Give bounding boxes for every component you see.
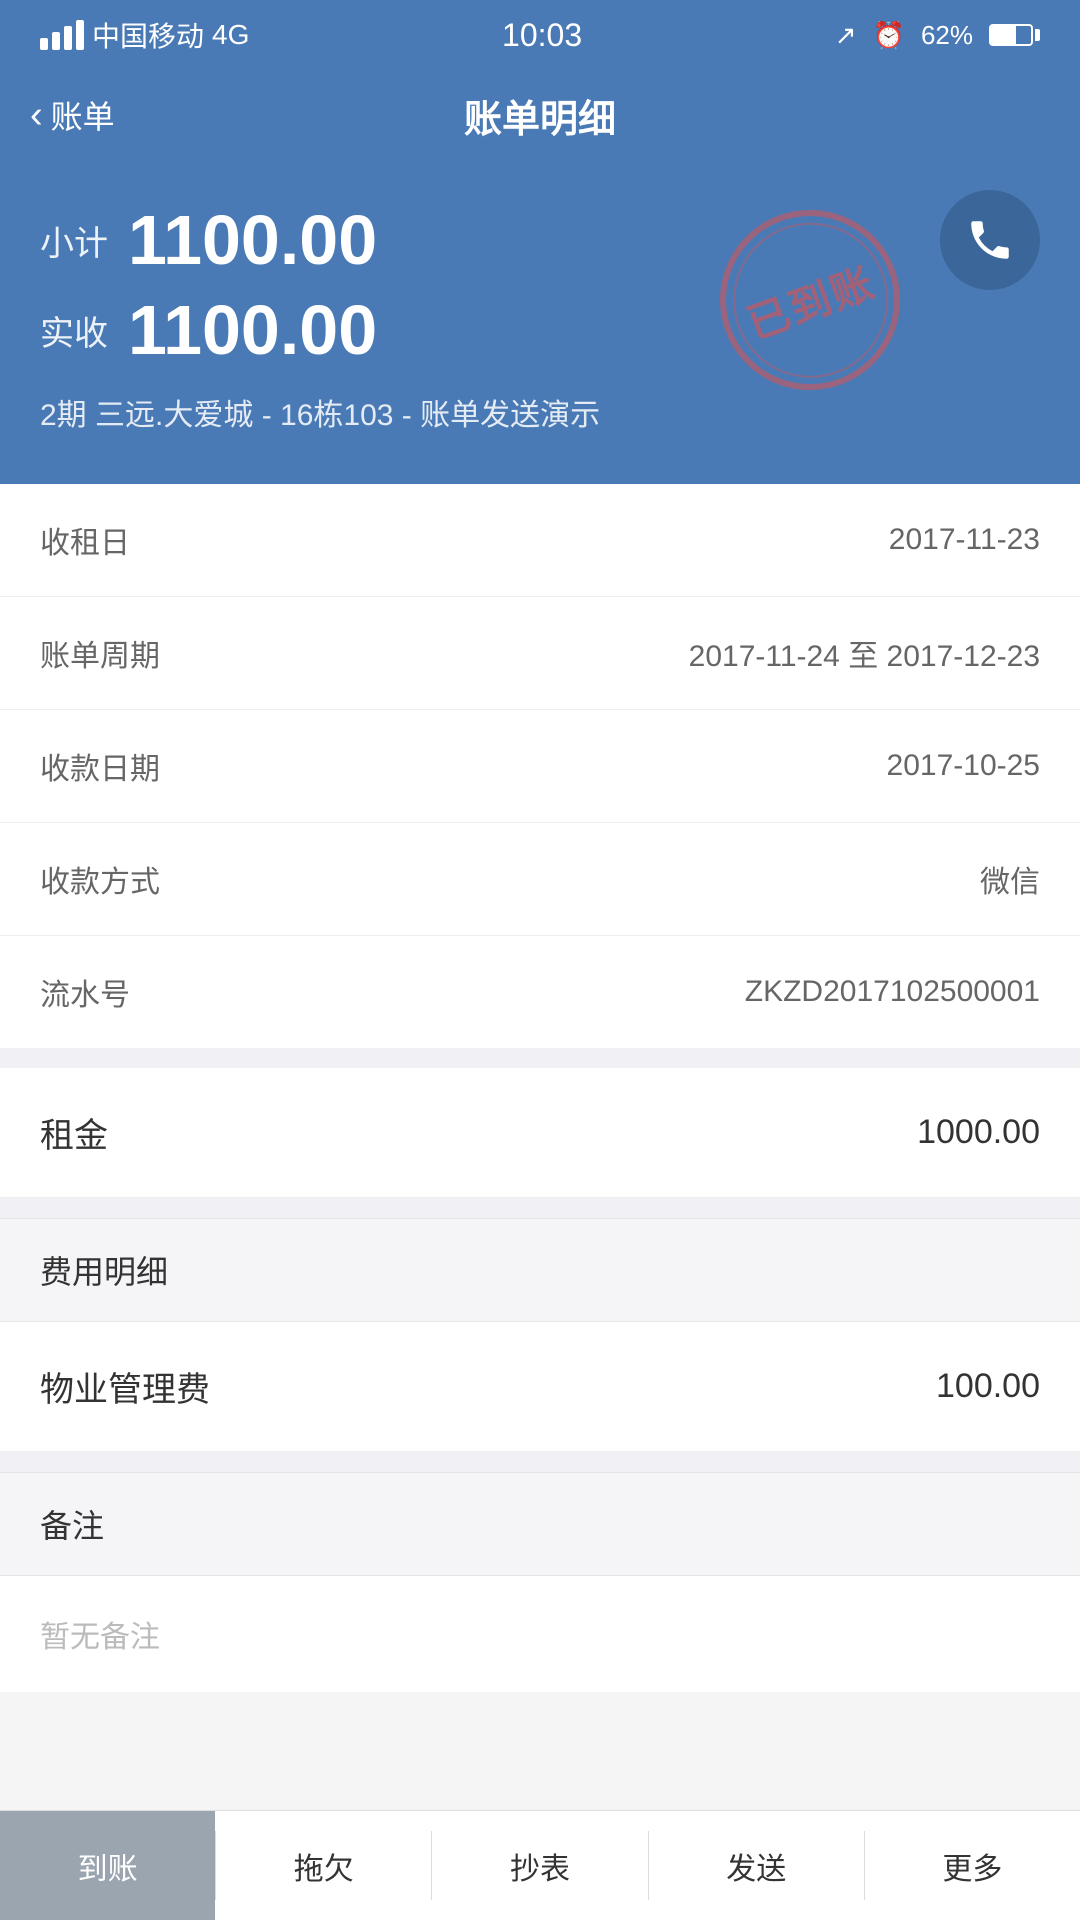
fee-items-section: 物业管理费 100.00 xyxy=(0,1322,1080,1452)
status-bar: 中国移动 4G 10:03 ↗ ⏰ 62% xyxy=(0,0,1080,70)
detail-label-1: 账单周期 xyxy=(40,631,160,675)
separator-2 xyxy=(0,1198,1080,1218)
tab-更多[interactable]: 更多 xyxy=(865,1811,1080,1920)
back-label: 账单 xyxy=(51,92,115,138)
detail-value-0: 2017-11-23 xyxy=(889,523,1040,557)
separator-3 xyxy=(0,1452,1080,1472)
actual-amount: 1100.00 xyxy=(128,290,377,370)
detail-label-0: 收租日 xyxy=(40,518,130,562)
subtotal-amount: 1100.00 xyxy=(128,200,377,280)
tab-发送[interactable]: 发送 xyxy=(649,1811,864,1920)
detail-row: 收租日 2017-11-23 xyxy=(0,484,1080,597)
detail-value-3: 微信 xyxy=(980,857,1040,901)
signal-icon xyxy=(40,20,84,50)
detail-value-2: 2017-10-25 xyxy=(887,749,1040,783)
fee-item-row: 物业管理费 100.00 xyxy=(0,1322,1080,1452)
detail-label-4: 流水号 xyxy=(40,970,130,1014)
tab-bar: 到账拖欠抄表发送更多 xyxy=(0,1810,1080,1920)
fee-item-value-0: 100.00 xyxy=(936,1367,1040,1406)
tab-拖欠[interactable]: 拖欠 xyxy=(216,1811,431,1920)
actual-row: 实收 1100.00 xyxy=(40,290,1040,370)
rent-section: 租金 1000.00 xyxy=(0,1068,1080,1198)
detail-row: 收款方式 微信 xyxy=(0,823,1080,936)
subtotal-row: 小计 1100.00 xyxy=(40,200,1040,280)
subtotal-label: 小计 xyxy=(40,216,108,265)
detail-section: 收租日 2017-11-23 账单周期 2017-11-24 至 2017-12… xyxy=(0,484,1080,1048)
notes-section-header: 备注 xyxy=(0,1472,1080,1576)
time-label: 10:03 xyxy=(502,17,582,54)
actual-label: 实收 xyxy=(40,306,108,355)
detail-row: 收款日期 2017-10-25 xyxy=(0,710,1080,823)
network-label: 4G xyxy=(212,19,249,51)
phone-button[interactable] xyxy=(940,190,1040,290)
detail-row: 账单周期 2017-11-24 至 2017-12-23 xyxy=(0,597,1080,710)
battery-label: 62% xyxy=(921,20,973,51)
rent-row: 租金 1000.00 xyxy=(0,1068,1080,1198)
rent-label: 租金 xyxy=(40,1108,108,1157)
tab-抄表[interactable]: 抄表 xyxy=(432,1811,647,1920)
page-title: 账单明细 xyxy=(285,88,795,143)
nav-bar: ‹ 账单 账单明细 xyxy=(0,70,1080,160)
fee-section-header: 费用明细 xyxy=(0,1218,1080,1322)
tab-到账[interactable]: 到账 xyxy=(0,1811,215,1920)
detail-value-1: 2017-11-24 至 2017-12-23 xyxy=(689,631,1040,675)
separator-1 xyxy=(0,1048,1080,1068)
battery-icon xyxy=(989,24,1040,46)
notes-placeholder: 暂无备注 xyxy=(40,1621,160,1654)
status-right: ↗ ⏰ 62% xyxy=(835,20,1040,51)
status-left: 中国移动 4G xyxy=(40,15,249,55)
detail-label-3: 收款方式 xyxy=(40,857,160,901)
header-info: 2期 三远.大爱城 - 16栋103 - 账单发送演示 xyxy=(40,390,1040,434)
notes-title: 备注 xyxy=(40,1508,104,1544)
rent-value: 1000.00 xyxy=(917,1113,1040,1152)
notes-content: 暂无备注 xyxy=(0,1576,1080,1692)
carrier-label: 中国移动 xyxy=(92,15,204,55)
detail-value-4: ZKZD2017102500001 xyxy=(745,975,1040,1009)
back-button[interactable]: ‹ 账单 xyxy=(30,92,285,138)
header-area: 小计 1100.00 实收 1100.00 2期 三远.大爱城 - 16栋103… xyxy=(0,160,1080,484)
alarm-icon: ⏰ xyxy=(873,20,905,51)
detail-label-2: 收款日期 xyxy=(40,744,160,788)
fee-item-label-0: 物业管理费 xyxy=(40,1362,210,1411)
location-icon: ↗ xyxy=(835,20,857,51)
detail-row: 流水号 ZKZD2017102500001 xyxy=(0,936,1080,1048)
phone-icon xyxy=(965,215,1015,265)
fee-section-title: 费用明细 xyxy=(40,1254,168,1290)
chevron-left-icon: ‹ xyxy=(30,94,43,137)
